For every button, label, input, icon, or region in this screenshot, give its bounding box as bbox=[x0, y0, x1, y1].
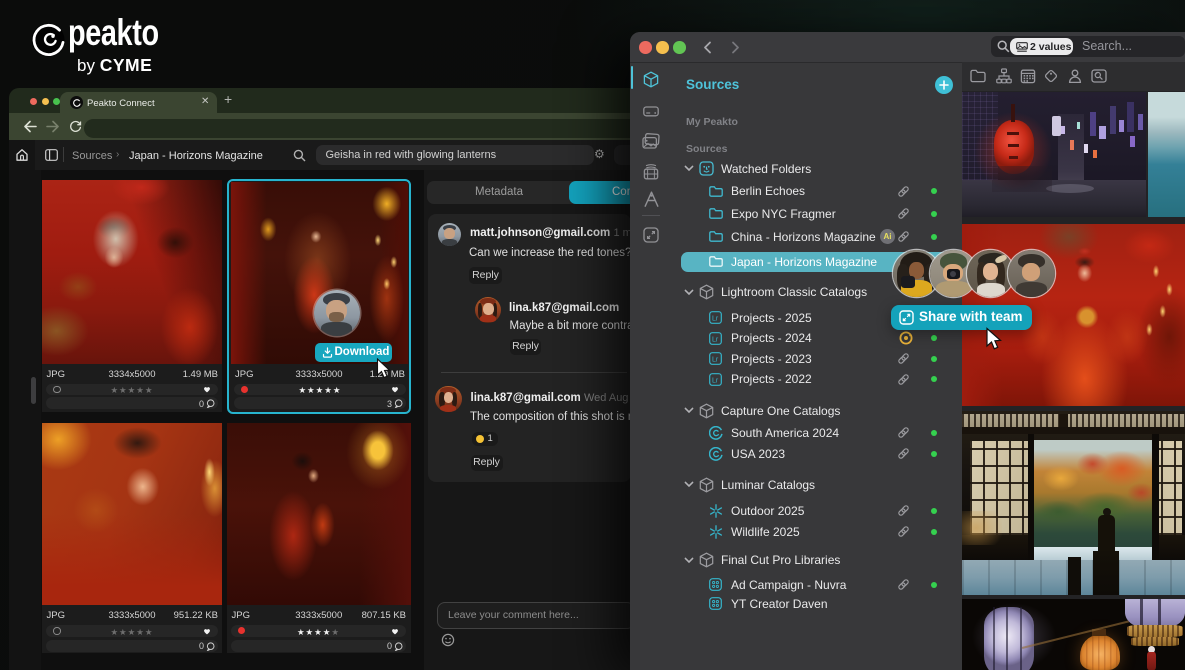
svg-text:Lr: Lr bbox=[712, 377, 719, 384]
svg-text:Lr: Lr bbox=[712, 315, 719, 322]
svg-text:Lr: Lr bbox=[712, 336, 719, 343]
svg-text:Lr: Lr bbox=[712, 356, 719, 363]
